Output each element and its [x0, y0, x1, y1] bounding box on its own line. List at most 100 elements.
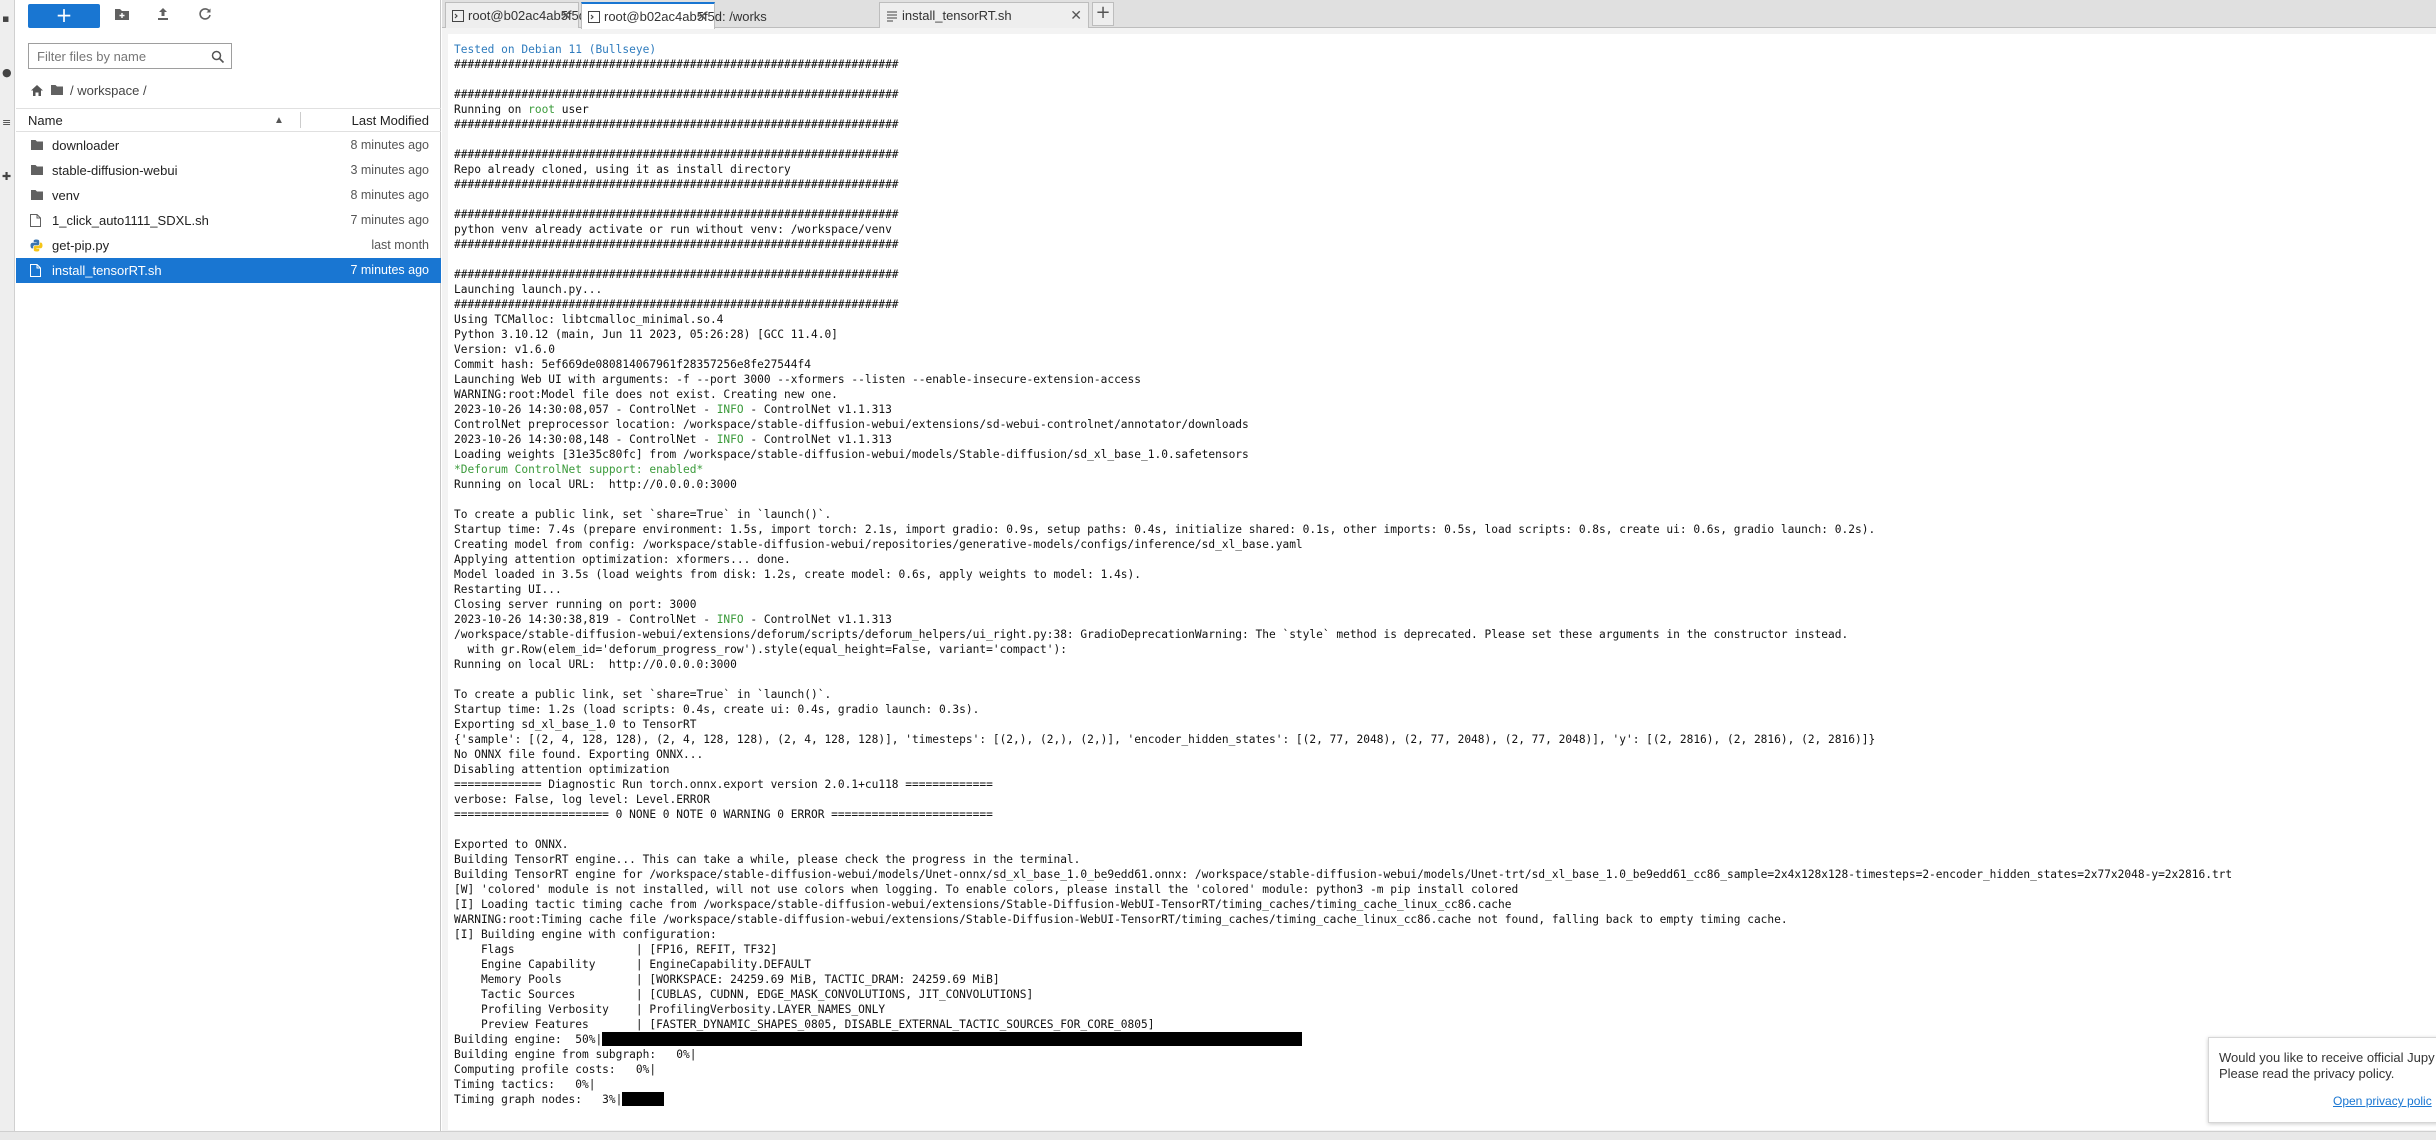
folder-icon[interactable] — [50, 84, 64, 96]
file-row[interactable]: get-pip.py last month — [16, 233, 441, 258]
terminal-line: [W] 'colored' module is not installed, w… — [454, 883, 1519, 896]
terminal-line: WARNING:root:Timing cache file /workspac… — [454, 913, 1788, 926]
terminal-line: ########################################… — [454, 148, 899, 161]
last-modified-column-header[interactable]: Last Modified — [352, 113, 429, 128]
terminal-line: Startup time: 7.4s (prepare environment:… — [454, 523, 1876, 536]
terminal-line: [I] Loading tactic timing cache from /wo… — [454, 898, 1512, 911]
progress-label: Building engine: 50%| — [454, 1033, 603, 1046]
progress-label: Timing graph nodes: 3%| — [454, 1093, 623, 1106]
terminal-line: Building TensorRT engine... This can tak… — [454, 853, 1081, 866]
terminal-line: ########################################… — [454, 178, 899, 191]
file-filter-input[interactable] — [29, 44, 199, 68]
progress-line: Building engine from subgraph: 0%| — [454, 1047, 2232, 1062]
progress-bar-fill — [602, 1032, 1303, 1046]
terminal-line: Closing server running on port: 3000 — [454, 598, 697, 611]
terminal-line: 2023-10-26 14:30:08,057 - ControlNet - I… — [454, 403, 892, 416]
terminal-line: ########################################… — [454, 118, 899, 131]
terminal-lines: Tested on Debian 11 (Bullseye) ##########… — [454, 42, 2232, 1107]
horizontal-scrollbar[interactable] — [0, 1131, 2436, 1140]
folder-icon — [30, 164, 44, 177]
tab-terminal-2[interactable]: root@b02ac4ab5f5d: /works ✕ — [581, 2, 767, 29]
terminal-line: ########################################… — [454, 208, 899, 221]
extensions-tab-icon[interactable]: ✚ — [2, 171, 12, 182]
terminal-line: ########################################… — [454, 268, 899, 281]
file-row[interactable]: 1_click_auto1111_SDXL.sh 7 minutes ago — [16, 208, 441, 233]
sort-ascending-icon[interactable]: ▲ — [274, 115, 284, 126]
terminal-line: ########################################… — [454, 58, 899, 71]
column-divider[interactable] — [300, 112, 301, 128]
activity-bar: ▪ ● ≡ ✚ — [0, 0, 15, 1140]
progress-label: Building engine from subgraph: 0%| — [454, 1048, 697, 1061]
file-name: venv — [52, 188, 80, 203]
terminal-line: WARNING:root:Model file does not exist. … — [454, 388, 838, 401]
file-row[interactable]: install_tensorRT.sh 7 minutes ago — [16, 258, 441, 283]
terminal-line: Tactic Sources | [CUBLAS, CUDNN, EDGE_MA… — [454, 988, 1034, 1001]
new-launcher-button[interactable]: + — [28, 4, 100, 28]
home-icon[interactable] — [30, 84, 44, 97]
file-name: install_tensorRT.sh — [52, 263, 162, 278]
commands-tab-icon[interactable]: ≡ — [2, 117, 12, 128]
close-icon[interactable]: ✕ — [696, 8, 708, 25]
close-icon[interactable]: ✕ — [1070, 7, 1082, 24]
file-name: stable-diffusion-webui — [52, 163, 178, 178]
terminal-icon — [452, 10, 464, 22]
tab-bar: root@b02ac4ab5f5d: /works ✕ root@b02ac4a… — [442, 0, 2436, 29]
file-list: downloader 8 minutes ago stable-diffusion-… — [16, 133, 441, 283]
file-modified: 3 minutes ago — [350, 163, 429, 177]
file-name: 1_click_auto1111_SDXL.sh — [52, 213, 209, 228]
breadcrumb-path[interactable]: / workspace / — [70, 83, 147, 98]
terminal-line: *Deforum ControlNet support: enabled* — [454, 463, 704, 476]
file-browser: + / workspace / Name ▲ — [16, 0, 441, 1136]
terminal-line: Building TensorRT engine for /workspace/… — [454, 868, 2233, 881]
terminal-line: /workspace/stable-diffusion-webui/extens… — [454, 628, 1849, 641]
name-column-header[interactable]: Name — [28, 113, 63, 128]
terminal-line: Engine Capability | EngineCapability.DEF… — [454, 958, 811, 971]
terminal-line: verbose: False, log level: Level.ERROR — [454, 793, 710, 806]
terminal-line: Loading weights [31e35c80fc] from /works… — [454, 448, 1249, 461]
upload-icon[interactable] — [156, 6, 176, 26]
new-folder-icon[interactable] — [114, 6, 134, 26]
terminal-line: No ONNX file found. Exporting ONNX... — [454, 748, 704, 761]
file-row[interactable]: downloader 8 minutes ago — [16, 133, 441, 158]
terminal-line: Python 3.10.12 (main, Jun 11 2023, 05:26… — [454, 328, 838, 341]
tab-terminal-1[interactable]: root@b02ac4ab5f5d: /works ✕ — [445, 2, 631, 28]
tab-install-tensorrt[interactable]: install_tensorRT.sh ✕ — [879, 2, 1089, 28]
terminal-line: Launching Web UI with arguments: -f --po… — [454, 373, 1142, 386]
files-tab-icon[interactable]: ▪ — [2, 13, 12, 24]
terminal-line: Flags | [FP16, REFIT, TF32] — [454, 943, 778, 956]
terminal-line: Applying attention optimization: xformer… — [454, 553, 791, 566]
terminal-line: Using TCMalloc: libtcmalloc_minimal.so.4 — [454, 313, 724, 326]
terminal-line: ########################################… — [454, 88, 899, 101]
terminal-line: Version: v1.6.0 — [454, 343, 556, 356]
notification-privacy-text: Please read the privacy policy. — [2219, 1066, 2395, 1081]
terminal-line: To create a public link, set `share=True… — [454, 508, 832, 521]
jupyterlab-window: ▪ ● ≡ ✚ + / workspace / — [0, 0, 2436, 1140]
terminal-line: with gr.Row(elem_id='deforum_progress_ro… — [454, 643, 1067, 656]
progress-bar-fill — [622, 1092, 665, 1106]
terminal-line: 2023-10-26 14:30:38,819 - ControlNet - I… — [454, 613, 892, 626]
folder-icon — [30, 189, 44, 202]
close-icon[interactable]: ✕ — [560, 7, 572, 24]
refresh-icon[interactable] — [198, 6, 218, 26]
tab-label: root@b02ac4ab5f5d: /works — [604, 9, 767, 24]
file-modified: last month — [371, 238, 429, 252]
open-privacy-policy-link[interactable]: Open privacy polic — [2333, 1094, 2432, 1108]
progress-line: Building engine: 50%| — [454, 1032, 2232, 1047]
file-modified: 8 minutes ago — [350, 188, 429, 202]
terminal-line: To create a public link, set `share=True… — [454, 688, 832, 701]
terminal-line: Repo already cloned, using it as install… — [454, 163, 791, 176]
progress-label: Timing tactics: 0%| — [454, 1078, 596, 1091]
file-filter-search[interactable] — [28, 43, 232, 69]
terminal-line: ControlNet preprocessor location: /works… — [454, 418, 1249, 431]
file-row[interactable]: venv 8 minutes ago — [16, 183, 441, 208]
file-row[interactable]: stable-diffusion-webui 3 minutes ago — [16, 158, 441, 183]
terminal-output[interactable]: Tested on Debian 11 (Bullseye) ##########… — [448, 34, 2436, 1130]
add-tab-button[interactable]: + — [1092, 2, 1114, 26]
terminal-line: ======================= 0 NONE 0 NOTE 0 … — [454, 808, 993, 821]
running-tab-icon[interactable]: ● — [2, 67, 12, 78]
